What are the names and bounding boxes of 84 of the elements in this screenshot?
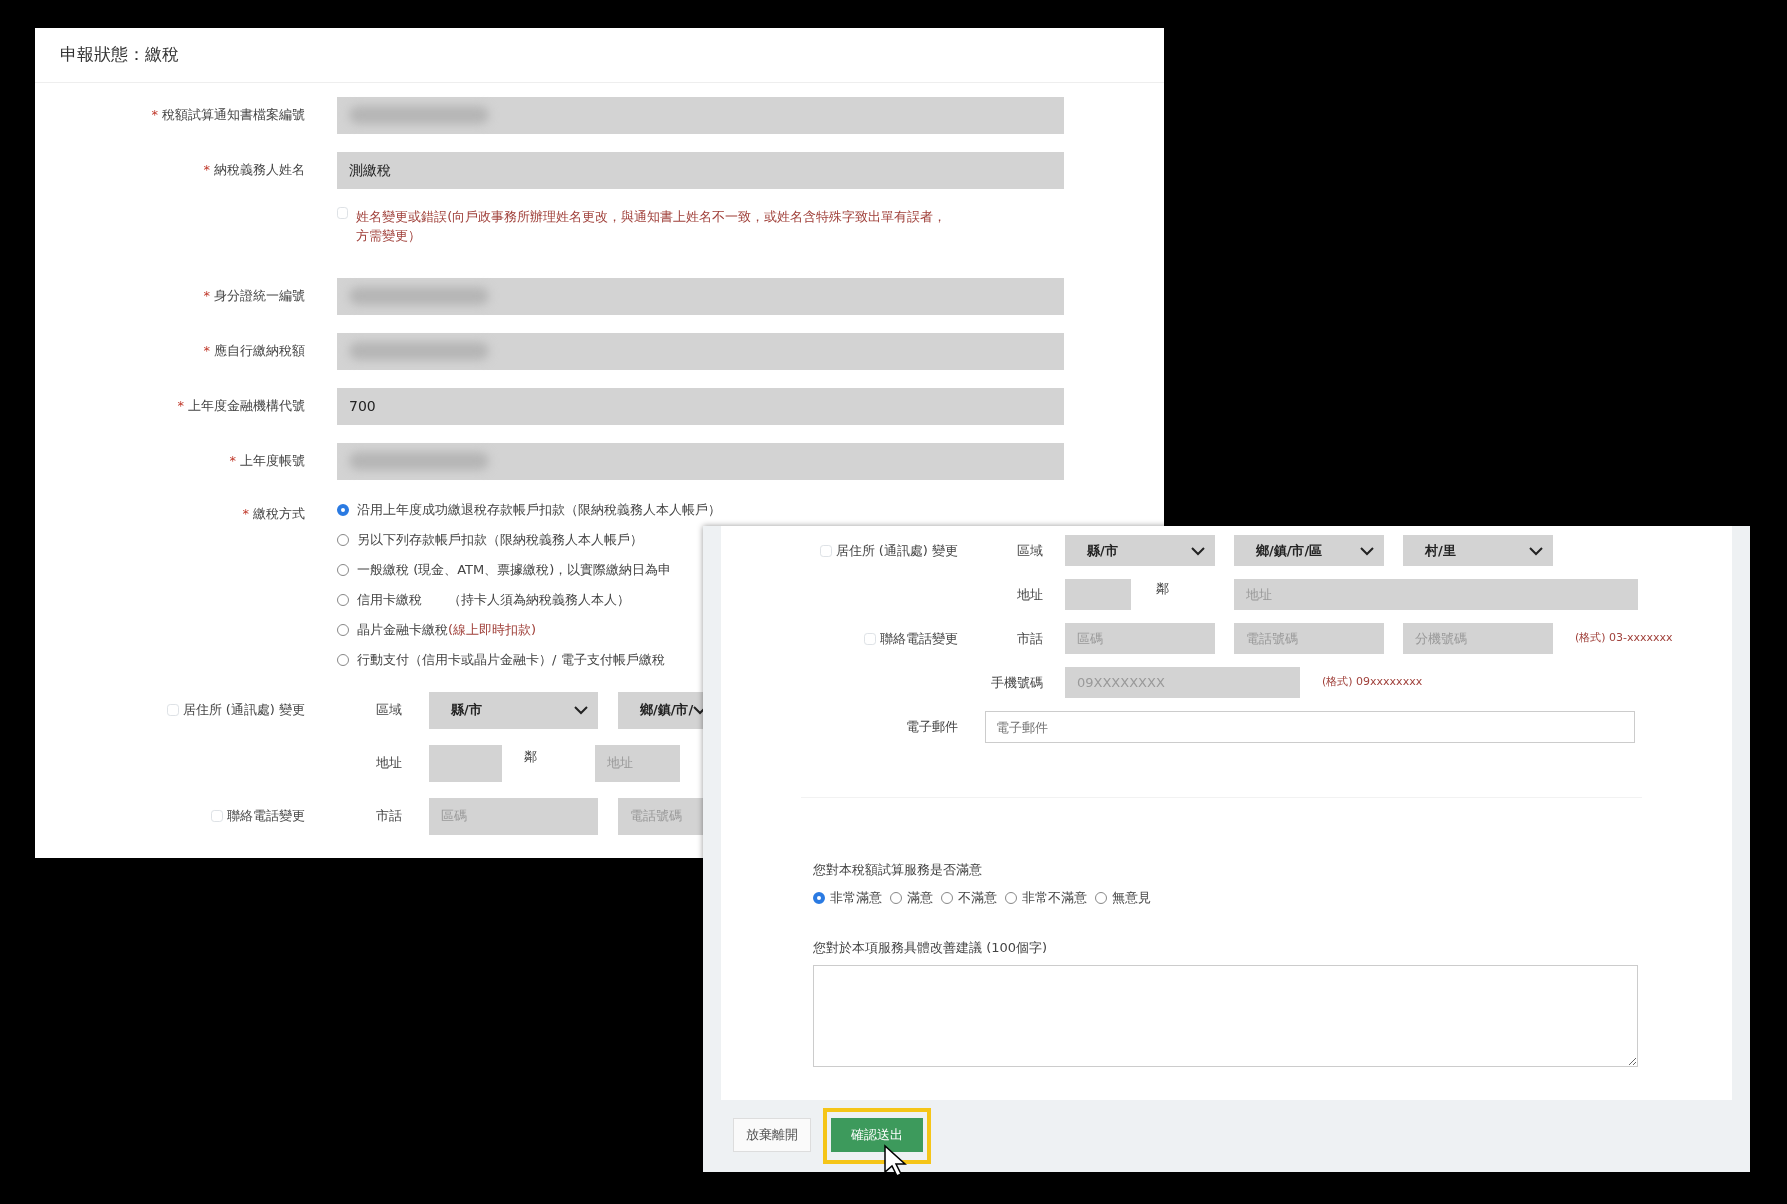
checkbox-label: 聯絡電話變更 [880, 629, 958, 648]
required-mark: * [177, 398, 184, 414]
cancel-button[interactable]: 放棄離開 [733, 1118, 811, 1152]
field-label: 上年度帳號 [240, 453, 305, 469]
checkbox-label: 聯絡電話變更 [227, 807, 305, 826]
field-label: 手機號碼 [990, 673, 1043, 692]
checkbox[interactable] [211, 810, 223, 822]
radio-button[interactable] [337, 533, 349, 546]
radio-option[interactable]: 一般繳稅 (現金、ATM、票據繳稅)，以實際繳納日為申 [337, 557, 672, 582]
field-label: 身分證統一編號 [214, 288, 305, 304]
field-label: 區域 [375, 701, 402, 720]
chevron-icon [1360, 545, 1374, 556]
checkbox[interactable] [166, 704, 179, 716]
radio-button[interactable] [890, 891, 902, 904]
field-label: 市話 [375, 807, 402, 826]
checkbox-label: 居住所 (通訊處) 變更 [182, 701, 305, 720]
field-label: 電子郵件 [905, 718, 958, 737]
page-heading: 申報狀態：繳稅 [35, 28, 1164, 83]
field-label: 鄰 [1156, 579, 1170, 598]
radio-option[interactable]: 不滿意 [941, 887, 997, 908]
radio-button[interactable] [813, 891, 825, 904]
chevron-icon [693, 705, 703, 715]
field-label: 稅額試算通知書檔案編號 [162, 107, 305, 123]
chevron-icon [1529, 545, 1543, 556]
text-field[interactable] [337, 277, 1064, 315]
field-label: 應自行繳納稅額 [214, 343, 305, 359]
radio-button[interactable] [337, 653, 349, 666]
field-label: 繳稅方式 [253, 505, 305, 521]
select-dropdown[interactable]: 縣/市 [1065, 535, 1215, 566]
radio-option[interactable]: 信用卡繳稅 （持卡人須為納稅義務人本人） [337, 587, 630, 612]
select-dropdown[interactable]: 村/里 [1403, 535, 1553, 566]
chevron-icon [1191, 545, 1205, 556]
text-field[interactable]: 700 [337, 387, 1064, 425]
required-mark: * [229, 453, 236, 469]
text-field[interactable] [337, 96, 1064, 134]
checkbox-label: 姓名變更或錯誤(向戶政事務所辦理姓名更改，與通知書上姓名不一致，或姓名含特殊字致出單有誤者，方需變更） [356, 207, 948, 245]
radio-button[interactable] [941, 891, 953, 904]
radio-option[interactable]: 無意見 [1095, 887, 1151, 908]
field-label: 地址 [375, 754, 402, 773]
field-label: 區域 [1016, 541, 1043, 560]
radio-option[interactable]: 沿用上年度成功繳退稅存款帳戶扣款（限納稅義務人本人帳戶） [337, 497, 721, 522]
suggestion-textarea[interactable] [813, 965, 1638, 1067]
required-mark: * [203, 162, 210, 178]
checkbox[interactable] [337, 206, 349, 219]
radio-option[interactable]: 行動支付（信用卡或晶片金融卡）/ 電子支付帳戶繳稅 [337, 647, 665, 672]
text-field[interactable] [429, 744, 502, 782]
cursor-icon [883, 1144, 909, 1178]
text-field[interactable] [337, 332, 1064, 370]
radio-option[interactable]: 晶片金融卡繳稅(線上即時扣款) [337, 617, 537, 642]
format-hint: (格式) 09xxxxxxxx [1322, 674, 1423, 691]
select-dropdown[interactable]: 鄉/鎮/市/區 [1234, 535, 1384, 566]
field-label: 上年度金融機構代號 [188, 398, 305, 414]
field-label: 市話 [1016, 629, 1043, 648]
submit-button[interactable]: 確認送出 [831, 1118, 923, 1152]
radio-button[interactable] [1005, 891, 1017, 904]
radio-option[interactable]: 另以下列存款帳戶扣款（限納稅義務人本人帳戶） [337, 527, 643, 552]
email-field[interactable]: 電子郵件 [985, 711, 1635, 743]
radio-option[interactable]: 非常滿意 [813, 887, 882, 908]
radio-button[interactable] [337, 593, 349, 606]
radio-button[interactable] [337, 563, 349, 576]
select-dropdown[interactable]: 鄉/鎮/市/ [618, 691, 703, 729]
required-mark: * [203, 288, 210, 304]
select-dropdown[interactable]: 縣/市 [429, 691, 598, 729]
chevron-icon [574, 705, 588, 715]
checkbox[interactable] [864, 632, 876, 645]
required-mark: * [242, 505, 249, 521]
radio-button[interactable] [337, 503, 349, 516]
text-field[interactable]: 測繳稅 [337, 151, 1064, 189]
survey-question: 您對本稅額試算服務是否滿意 [813, 861, 983, 879]
radio-button[interactable] [1095, 891, 1107, 904]
checkbox-label: 居住所 (通訊處) 變更 [835, 541, 958, 560]
field-label: 鄰 [524, 748, 538, 767]
format-hint: (格式) 03-xxxxxxx [1575, 630, 1673, 647]
text-field[interactable] [1065, 579, 1131, 610]
field-label: 您對於本項服務具體改善建議 (100個字) [813, 938, 1049, 957]
field-label: 納稅義務人姓名 [214, 162, 305, 178]
field-label: 地址 [1016, 585, 1043, 604]
radio-option[interactable]: 非常不滿意 [1005, 887, 1087, 908]
required-mark: * [203, 343, 210, 359]
radio-option[interactable]: 滿意 [890, 887, 933, 908]
required-mark: * [151, 107, 158, 123]
radio-button[interactable] [337, 623, 349, 636]
checkbox[interactable] [819, 544, 832, 557]
text-field[interactable] [337, 442, 1064, 480]
